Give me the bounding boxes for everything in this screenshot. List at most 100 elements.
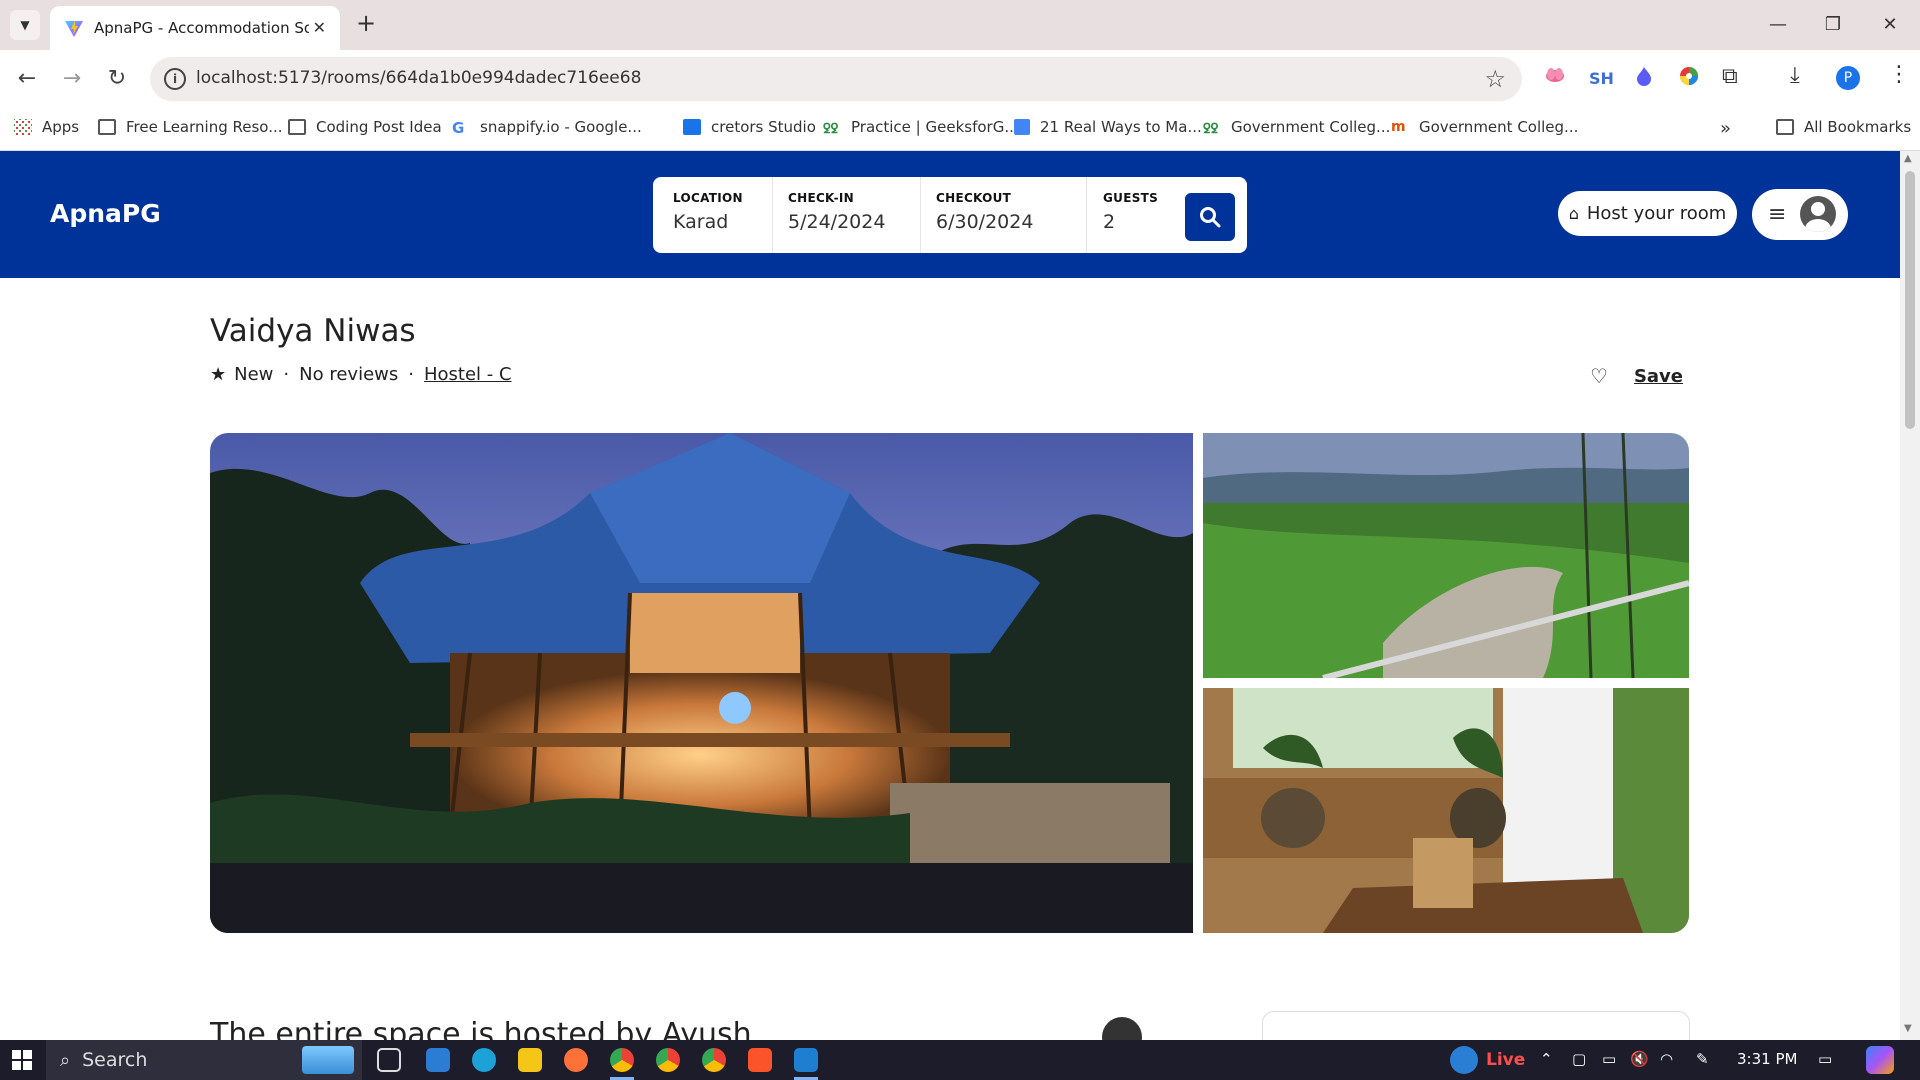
edge-icon[interactable] — [472, 1048, 496, 1072]
chevron-down-icon: ▼ — [20, 18, 30, 32]
wifi-icon[interactable]: ◠ — [1660, 1050, 1673, 1068]
site-icon: m — [1391, 119, 1406, 135]
windows-taskbar: ⌕ Search Live ⌃ ▢ ▭ 🔇 ◠ ✎ 3:31 PM ▭ — [0, 1040, 1920, 1080]
download-icon[interactable]: ⤓ — [1790, 63, 1800, 88]
all-bookmarks[interactable]: All Bookmarks — [1776, 118, 1911, 136]
chevron-up-icon[interactable]: ⌃ — [1540, 1050, 1553, 1068]
extension-flame-icon[interactable] — [1635, 66, 1653, 90]
scroll-thumb[interactable] — [1905, 171, 1915, 429]
bookmark-21-real-ways[interactable]: 21 Real Ways to Ma... — [1014, 118, 1202, 136]
scroll-up-arrow-icon[interactable]: ▲ — [1904, 153, 1912, 164]
volume-muted-icon[interactable]: 🔇 — [1630, 1050, 1649, 1068]
host-your-room-button[interactable]: ⌂ Host your room — [1558, 191, 1737, 236]
gallery-photo-3[interactable] — [1203, 688, 1689, 933]
mail-icon[interactable] — [426, 1048, 450, 1072]
taskbar-clock[interactable]: 3:31 PM — [1737, 1050, 1797, 1068]
extension-flower-icon[interactable] — [1545, 66, 1565, 88]
page-scrollbar[interactable]: ▲ ▼ — [1900, 151, 1920, 1040]
gallery-photo-2[interactable] — [1203, 433, 1689, 678]
search-button[interactable] — [1185, 193, 1235, 241]
live-label[interactable]: Live — [1486, 1050, 1525, 1070]
file-explorer-icon[interactable] — [518, 1048, 542, 1072]
vscode-icon[interactable] — [794, 1048, 818, 1072]
extensions-puzzle-icon[interactable]: ⧉ — [1722, 64, 1738, 89]
bookmark-government-college-1[interactable]: ꝿꝿ Government Colleg... — [1203, 118, 1390, 137]
chrome-profile-icon[interactable] — [702, 1048, 726, 1072]
rating-label: New — [234, 364, 274, 385]
tab-list-button[interactable]: ▼ — [10, 10, 40, 40]
search-icon — [1200, 207, 1221, 228]
reload-button[interactable]: ↻ — [102, 64, 132, 94]
bookmark-snappify[interactable]: Gsnappify.io - Google... — [452, 118, 642, 137]
save-button[interactable]: ♡ Save — [1590, 364, 1683, 388]
new-tab-button[interactable]: + — [352, 10, 380, 38]
bookmarks-bar: Apps Free Learning Reso... Coding Post I… — [0, 108, 1920, 151]
battery-icon[interactable]: ▭ — [1602, 1050, 1616, 1068]
scroll-down-arrow-icon[interactable]: ▼ — [1904, 1023, 1912, 1034]
bookmark-cretors-studio[interactable]: cretors Studio — [683, 118, 816, 136]
windows-start-icon[interactable] — [12, 1050, 32, 1070]
task-view-icon[interactable] — [377, 1048, 401, 1072]
booking-card — [1262, 1011, 1690, 1040]
bookmark-coding-post[interactable]: Coding Post Idea — [288, 118, 442, 136]
browser-tab-active[interactable]: ApnaPG - Accommodation Solu ✕ — [50, 6, 340, 50]
category-link[interactable]: Hostel - C — [424, 364, 512, 385]
folder-icon — [288, 119, 306, 135]
taskbar-search[interactable]: ⌕ Search — [46, 1040, 362, 1080]
bamboo-house-photo — [210, 433, 1193, 933]
separator-dot: · — [283, 364, 290, 385]
guests-field[interactable]: GUESTS 2 — [1087, 177, 1185, 253]
apps-grid-icon — [14, 119, 32, 135]
user-menu-button[interactable]: ≡ — [1752, 189, 1848, 240]
city-skyline-icon — [302, 1046, 354, 1074]
browser-tab-bar: ▼ ApnaPG - Accommodation Solu ✕ + — ❐ ✕ — [0, 0, 1920, 50]
weather-icon[interactable] — [1450, 1046, 1478, 1074]
vite-favicon-icon — [65, 20, 83, 37]
heart-icon: ♡ — [1590, 364, 1608, 388]
bookmark-star-icon[interactable]: ☆ — [1484, 65, 1506, 93]
close-window-button[interactable]: ✕ — [1870, 10, 1910, 40]
restore-button[interactable]: ❐ — [1813, 10, 1853, 40]
browser-toolbar: ← → ↻ i localhost:5173/rooms/664da1b0e99… — [0, 50, 1920, 108]
folder-icon — [98, 119, 116, 135]
bookmark-government-college-2[interactable]: m Government Colleg... — [1391, 118, 1578, 136]
location-field[interactable]: LOCATION Karad — [653, 177, 773, 253]
profile-avatar-icon[interactable]: P — [1836, 66, 1860, 90]
calendar-icon — [683, 119, 701, 135]
brand-logo[interactable]: ApnaPG — [50, 199, 161, 228]
host-avatar — [1102, 1017, 1142, 1040]
rice-terrace-photo — [1203, 433, 1689, 678]
browser-menu-icon[interactable]: ⋮ — [1888, 62, 1910, 87]
notifications-icon[interactable]: ▭ — [1818, 1050, 1832, 1068]
chrome-icon[interactable] — [610, 1048, 634, 1072]
extension-color-wheel-icon[interactable] — [1679, 66, 1699, 90]
close-tab-icon[interactable]: ✕ — [313, 18, 326, 37]
checkout-field[interactable]: CHECKOUT 6/30/2024 — [921, 177, 1087, 253]
geeksforgeeks-icon: ꝿꝿ — [1203, 122, 1219, 137]
home-icon: ⌂ — [1568, 204, 1579, 223]
search-bar: LOCATION Karad CHECK-IN 5/24/2024 CHECKO… — [653, 177, 1247, 253]
gallery-main-photo[interactable] — [210, 433, 1193, 933]
bookmark-free-learning[interactable]: Free Learning Reso... — [98, 118, 283, 136]
bookmark-geeksforgeeks[interactable]: ꝿꝿ Practice | GeeksforG... — [823, 118, 1019, 137]
bookmark-apps[interactable]: Apps — [14, 118, 79, 136]
extension-sh-icon[interactable]: SH — [1589, 69, 1614, 88]
chrome-profile-icon[interactable] — [656, 1048, 680, 1072]
back-button[interactable]: ← — [12, 64, 42, 94]
more-bookmarks-icon[interactable]: » — [1720, 118, 1731, 139]
site-header: ApnaPG LOCATION Karad CHECK-IN 5/24/2024… — [0, 151, 1900, 278]
site-info-icon[interactable]: i — [164, 68, 186, 90]
url-text[interactable]: localhost:5173/rooms/664da1b0e994dadec71… — [196, 68, 641, 88]
minimize-button[interactable]: — — [1758, 10, 1798, 40]
pen-icon[interactable]: ✎ — [1696, 1050, 1709, 1068]
firefox-icon[interactable] — [564, 1048, 588, 1072]
copilot-icon[interactable] — [1866, 1046, 1894, 1074]
bamboo-interior-photo — [1203, 688, 1689, 933]
forward-button[interactable]: → — [57, 64, 87, 94]
page-content: ApnaPG LOCATION Karad CHECK-IN 5/24/2024… — [0, 151, 1900, 1040]
address-bar[interactable]: i localhost:5173/rooms/664da1b0e994dadec… — [150, 57, 1522, 101]
device-icon[interactable]: ▢ — [1572, 1050, 1586, 1068]
star-icon: ★ — [210, 364, 227, 385]
checkin-field[interactable]: CHECK-IN 5/24/2024 — [773, 177, 921, 253]
brave-icon[interactable] — [748, 1048, 772, 1072]
